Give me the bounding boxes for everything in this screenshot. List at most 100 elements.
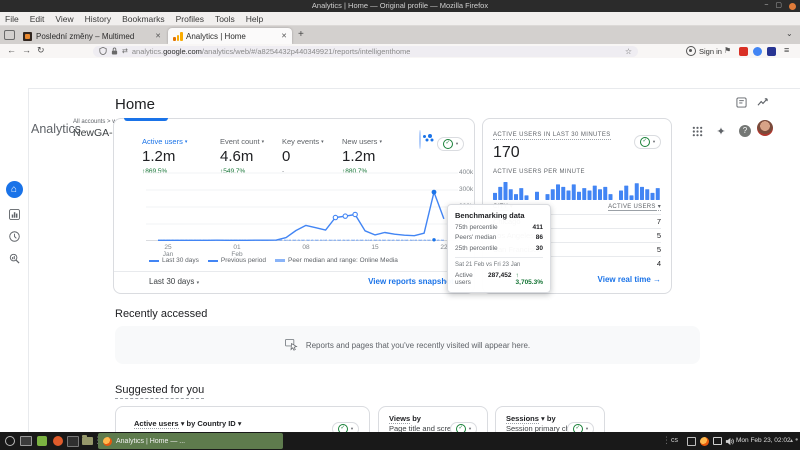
tab-close-icon[interactable]: ✕ [155,32,161,40]
url-text: analytics.google.com/analytics/web/#/a82… [132,47,411,56]
file-manager-icon[interactable] [81,435,93,447]
extension-flag-icon[interactable]: ⚑ [724,46,731,55]
window-tray-icon[interactable] [711,435,723,447]
close-button[interactable] [789,3,796,10]
extension-navy-icon[interactable] [767,47,776,56]
tooltip-row-25th-percentile: 25th percentile30 [455,245,543,252]
minimize-button[interactable]: − [764,0,768,12]
legend-swatch [208,260,218,262]
volume-icon[interactable] [723,435,735,447]
sidebar-item-advertising[interactable] [5,249,23,267]
screenshot-tool-icon[interactable] [20,435,32,447]
active-users-header[interactable]: ACTIVE USERS ▾ [608,203,661,211]
firefox-signin-button[interactable]: Sign in [686,46,722,56]
desktop-taskbar: ⋮ Analytics | Home — ... ⋮ cs Mon Feb 23… [0,432,800,450]
check-icon: ✓ [640,137,650,147]
apps-grid-icon[interactable] [690,124,704,138]
workspace-icon[interactable]: ● [795,437,798,443]
sidebar-item-reports[interactable] [5,205,23,223]
sidebar-item-explore[interactable] [5,227,23,245]
data-quality-pill[interactable]: ✓▾ [634,129,661,149]
metric-label: New users▾ [342,137,412,146]
chart-legend: Last 30 daysPrevious periodPeer median a… [149,257,398,264]
new-tab-button[interactable]: + [298,29,304,40]
url-bar[interactable]: ⇄ analytics.google.com/analytics/web/#/a… [93,46,638,57]
per-minute-label: ACTIVE USERS PER MINUTE [493,169,585,175]
task-button-analytics[interactable]: Analytics | Home — ... [98,433,283,449]
wiki-favicon [23,32,32,41]
benchmarking-icon[interactable] [419,130,421,149]
back-button[interactable]: ← [7,45,16,55]
reload-button[interactable]: ↻ [37,45,45,56]
insights-icon[interactable] [757,97,769,108]
period-selector[interactable]: Last 30 days ▾ [149,277,199,286]
data-quality-pill[interactable]: ✓▾ [437,131,464,151]
metric-name: Views [389,414,410,424]
metric-value: 4.6m [220,148,290,165]
app-menu-icon[interactable] [4,435,16,447]
check-icon: ✓ [443,139,453,149]
quality-pill[interactable]: ✓▾ [634,135,661,149]
tooltip-title: Benchmarking data [455,211,543,220]
text-editor-icon[interactable] [36,435,48,447]
reports-icon [9,209,20,220]
list-tabs-icon[interactable]: ⌄ [786,29,793,38]
extension-adblock-icon[interactable] [739,47,748,56]
ga-favicon [173,32,182,41]
clock[interactable]: Mon Feb 23, 02:02 [736,437,791,444]
benchmarking-tooltip: Benchmarking data 75th percentile411Peer… [447,204,551,293]
firefox-icon [103,437,112,446]
hamburger-menu-icon[interactable]: ≡ [784,45,789,55]
active-users-line-chart[interactable] [146,169,458,243]
browser-menubar: File Edit View History Bookmarks Profiles Tool… [0,12,800,26]
tooltip-row-75th-percentile: 75th percentile411 [455,224,543,231]
card-divider [114,271,474,272]
tab-close-icon[interactable]: ✕ [281,32,287,40]
metric-value: 1.2m [142,148,212,165]
menu-help[interactable]: Help [246,14,263,24]
maximize-button[interactable]: ▢ [775,0,782,12]
per-minute-bar-chart[interactable] [493,181,661,200]
bookmark-star-icon[interactable]: ☆ [625,47,632,56]
active-metric-indicator [124,118,168,121]
tab-label: Poslední změny – Multimed [36,32,151,41]
keyboard-layout-indicator[interactable]: cs [671,437,678,444]
arrow-right-icon: → [653,275,661,284]
menu-view[interactable]: View [55,14,73,24]
help-icon[interactable]: ? [738,124,752,138]
tray-separator: ⋮ [662,435,671,446]
lock-icon[interactable] [111,47,118,55]
chevron-down-icon: ▾ [185,139,188,145]
metric-label: Event count▾ [220,137,290,146]
browser-launcher-icon[interactable] [52,435,64,447]
avatar[interactable] [757,120,773,136]
quality-pill[interactable]: ✓▾ [437,137,464,151]
forward-button[interactable]: → [22,45,31,55]
menu-file[interactable]: File [5,14,19,24]
note-icon[interactable] [736,97,747,108]
account-icon [686,46,696,56]
terminal-icon[interactable] [67,435,79,447]
desktop: Analytics | Home — Original profile — Mo… [0,0,800,450]
permissions-icon[interactable]: ⇄ [122,47,128,55]
menu-tools[interactable]: Tools [215,14,235,24]
firefox-tray-icon[interactable] [698,435,710,447]
menu-profiles[interactable]: Profiles [176,14,204,24]
extension-blue-icon[interactable] [753,47,762,56]
tab-analytics-home[interactable]: Analytics | Home ✕ [168,28,292,44]
show-desktop-icon[interactable]: ▲ [789,438,794,444]
sidebar-item-home[interactable]: ⌂ [5,180,23,198]
menu-history[interactable]: History [85,14,111,24]
package-tray-icon[interactable] [685,435,697,447]
menu-bookmarks[interactable]: Bookmarks [122,14,165,24]
menu-edit[interactable]: Edit [30,14,45,24]
window-titlebar[interactable]: Analytics | Home — Original profile — Mo… [0,0,800,12]
shield-icon[interactable] [99,47,107,55]
recently-accessed-heading: Recently accessed [115,308,207,320]
home-icon: ⌂ [6,181,23,198]
tab-posledni-zmeny[interactable]: Poslední změny – Multimed ✕ [18,28,166,44]
gemini-sparkle-icon[interactable]: ✦ [714,124,728,138]
firefox-view-icon[interactable] [4,30,15,40]
value-cell: 5 [657,245,661,254]
view-real-time-link[interactable]: View real time → [598,275,661,284]
